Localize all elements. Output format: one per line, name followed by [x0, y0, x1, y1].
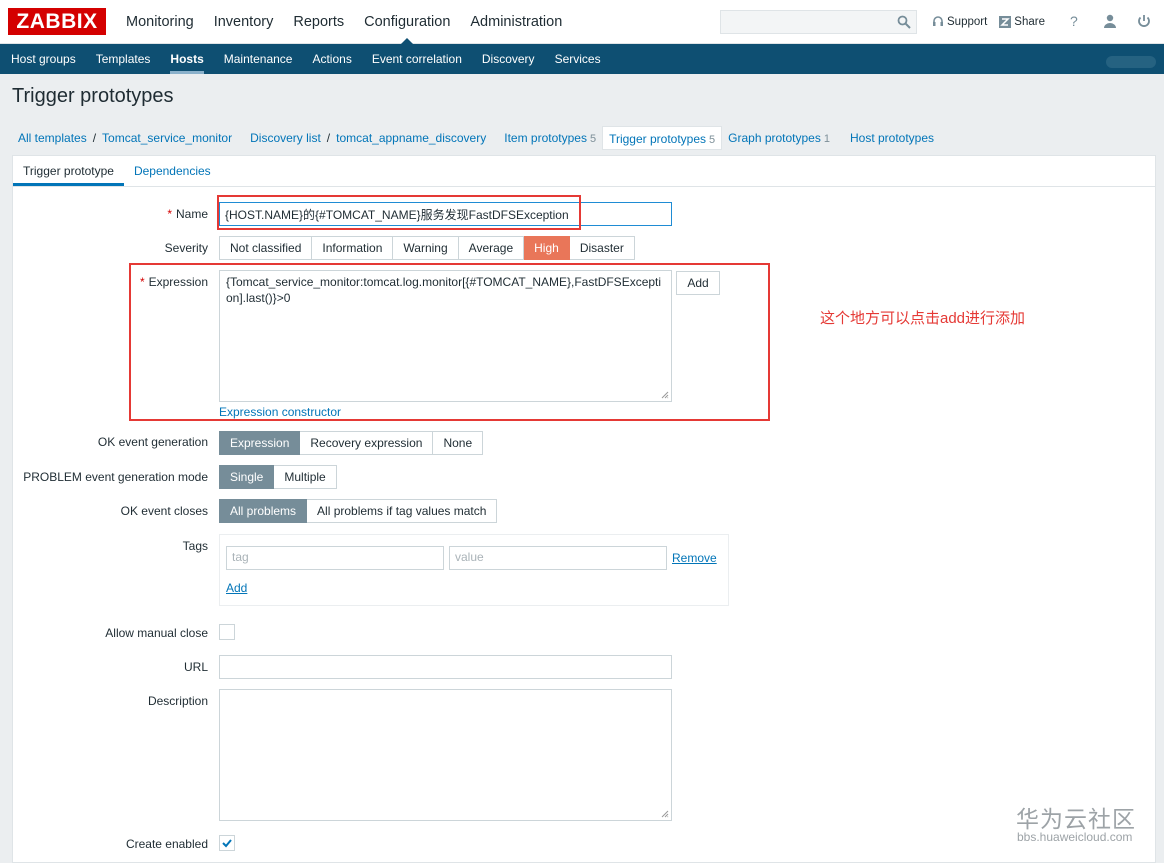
name-input[interactable]: {HOST.NAME}的{#TOMCAT_NAME}服务发现FastDFSExc… — [219, 202, 672, 226]
severity-warning[interactable]: Warning — [393, 236, 459, 260]
menu-inventory[interactable]: Inventory — [204, 0, 284, 44]
ok-event-recovery-expression[interactable]: Recovery expression — [300, 431, 434, 455]
description-textarea[interactable] — [219, 689, 672, 821]
page-title: Trigger prototypes — [12, 85, 174, 107]
problem-mode-label: PROBLEM event generation mode — [23, 470, 208, 484]
watermark-title: 华为云社区 — [1016, 806, 1136, 832]
tab-dependencies[interactable]: Dependencies — [124, 156, 221, 186]
severity-average[interactable]: Average — [458, 236, 525, 260]
graph-prototypes-count: 1 — [823, 133, 830, 145]
severity-disaster[interactable]: Disaster — [569, 236, 635, 260]
severity-information[interactable]: Information — [312, 236, 394, 260]
ok-event-generation-selector: Expression Recovery expression None — [219, 431, 484, 455]
breadcrumb-separator: / — [326, 131, 331, 145]
item-prototypes-label: Item prototypes — [504, 131, 587, 145]
expression-textarea[interactable]: {Tomcat_service_monitor:tomcat.log.monit… — [219, 270, 672, 402]
headset-icon — [933, 16, 943, 26]
resize-handle-icon[interactable] — [661, 810, 669, 818]
ok-closes-all-problems[interactable]: All problems — [219, 499, 308, 523]
menu-administration[interactable]: Administration — [460, 0, 572, 44]
item-prototypes-count: 5 — [589, 133, 597, 145]
checkmark-icon — [222, 839, 232, 848]
breadcrumb-separator: / — [92, 131, 97, 145]
breadcrumb-discovery-list[interactable]: Discovery list — [250, 131, 321, 145]
expression-constructor-link[interactable]: Expression constructor — [219, 405, 341, 419]
support-link[interactable]: Support — [932, 16, 987, 28]
tag-value-input[interactable]: value — [449, 546, 667, 570]
menu-monitoring[interactable]: Monitoring — [116, 0, 204, 44]
submenu-discovery[interactable]: Discovery — [472, 44, 545, 74]
annotation-text: 这个地方可以点击add进行添加 — [820, 310, 1026, 327]
user-profile-icon[interactable] — [1102, 13, 1118, 29]
resize-handle-icon[interactable] — [661, 391, 669, 399]
tab-trigger-prototypes[interactable]: Trigger prototypes 5 — [602, 126, 723, 150]
ok-event-closes-label: OK event closes — [120, 504, 208, 518]
submenu-event-correlation[interactable]: Event correlation — [362, 44, 472, 74]
tab-host-prototypes[interactable]: Host prototypes — [844, 126, 940, 150]
support-label: Support — [947, 16, 988, 28]
tags-panel: tag value Remove Add — [219, 534, 729, 606]
trigger-prototype-form: Trigger prototype Dependencies * Name {HO… — [12, 155, 1156, 863]
submenu-services[interactable]: Services — [545, 44, 611, 74]
allow-manual-close-checkbox[interactable] — [219, 624, 235, 640]
trigger-prototypes-label: Trigger prototypes — [609, 132, 707, 146]
submenu-host-groups[interactable]: Host groups — [0, 44, 86, 74]
sub-menu: Host groups Templates Hosts Maintenance … — [0, 44, 1164, 74]
submenu-actions[interactable]: Actions — [302, 44, 361, 74]
create-enabled-label: Create enabled — [125, 837, 208, 851]
search-input[interactable] — [720, 10, 917, 34]
url-input[interactable] — [219, 655, 672, 679]
ok-event-closes-selector: All problems All problems if tag values … — [219, 499, 498, 523]
severity-selector: Not classified Information Warning Avera… — [219, 236, 635, 260]
sign-out-power-icon[interactable] — [1136, 13, 1152, 29]
breadcrumb-discovery-rule[interactable]: tomcat_appname_discovery — [336, 131, 486, 145]
tab-graph-prototypes[interactable]: Graph prototypes 1 — [722, 126, 836, 150]
expression-label: * Expression — [139, 275, 208, 289]
problem-mode-single[interactable]: Single — [219, 465, 275, 489]
blurred-user-area — [1106, 56, 1156, 68]
main-menu: Monitoring Inventory Reports Configurati… — [116, 0, 572, 45]
problem-mode-multiple[interactable]: Multiple — [274, 465, 337, 489]
share-z-icon — [999, 16, 1012, 28]
expression-add-button[interactable]: Add — [676, 271, 720, 295]
trigger-prototypes-count: 5 — [709, 134, 716, 146]
severity-not-classified[interactable]: Not classified — [219, 236, 313, 260]
share-link[interactable]: Share — [999, 16, 1045, 28]
menu-configuration[interactable]: Configuration — [354, 0, 460, 45]
submenu-maintenance[interactable]: Maintenance — [214, 44, 303, 74]
ok-event-expression[interactable]: Expression — [219, 431, 301, 455]
tab-trigger-prototype[interactable]: Trigger prototype — [13, 156, 124, 186]
ok-closes-tag-match[interactable]: All problems if tag values match — [307, 499, 498, 523]
breadcrumb-all-templates[interactable]: All templates — [18, 131, 87, 145]
zabbix-logo[interactable]: ZABBIX — [8, 8, 106, 35]
description-label: Description — [147, 694, 208, 708]
ok-event-generation-label: OK event generation — [97, 435, 208, 449]
severity-high[interactable]: High — [524, 236, 570, 260]
ok-event-none[interactable]: None — [433, 431, 484, 455]
breadcrumb-template[interactable]: Tomcat_service_monitor — [102, 131, 232, 145]
submenu-hosts[interactable]: Hosts — [160, 44, 213, 74]
form-tabs: Trigger prototype Dependencies — [13, 156, 1155, 187]
tag-name-input[interactable]: tag — [226, 546, 444, 570]
breadcrumb: All templates / Tomcat_service_monitor D… — [12, 126, 940, 150]
share-label: Share — [1014, 16, 1045, 28]
name-label: * Name — [167, 207, 208, 221]
tags-label: Tags — [182, 539, 208, 553]
search-icon[interactable] — [897, 15, 911, 29]
menu-reports[interactable]: Reports — [283, 0, 354, 44]
allow-manual-close-label: Allow manual close — [105, 626, 208, 640]
tag-add-link[interactable]: Add — [226, 581, 247, 595]
create-enabled-checkbox[interactable] — [219, 835, 235, 851]
tag-remove-link[interactable]: Remove — [672, 551, 717, 565]
help-icon[interactable]: ? — [1070, 13, 1086, 29]
submenu-templates[interactable]: Templates — [86, 44, 161, 74]
problem-mode-selector: Single Multiple — [219, 465, 337, 489]
graph-prototypes-label: Graph prototypes — [728, 131, 821, 145]
watermark-url: bbs.huaweicloud.com — [1017, 830, 1133, 844]
tab-item-prototypes[interactable]: Item prototypes 5 — [498, 126, 602, 150]
top-bar: ZABBIX Monitoring Inventory Reports Conf… — [0, 0, 1164, 45]
severity-label: Severity — [164, 241, 208, 255]
url-label: URL — [183, 660, 208, 674]
expression-text: {Tomcat_service_monitor:tomcat.log.monit… — [226, 275, 662, 305]
